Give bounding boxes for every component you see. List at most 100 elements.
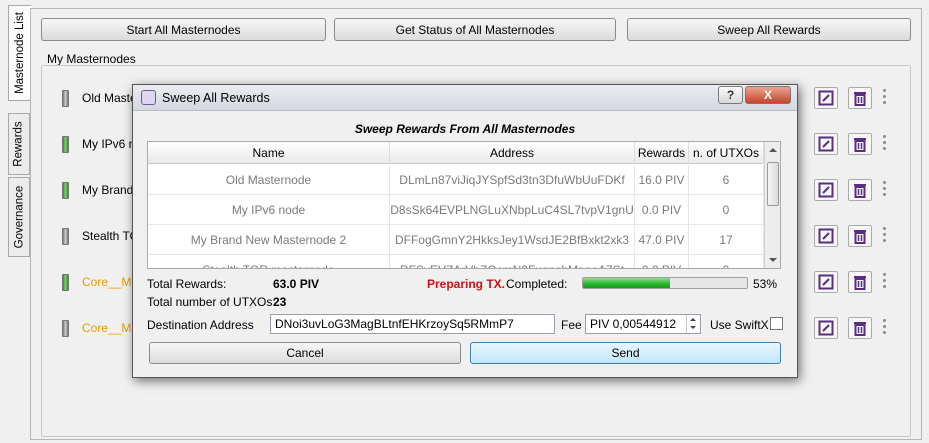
- trash-icon: [854, 92, 866, 106]
- progress-fill: [583, 278, 670, 288]
- start-all-button[interactable]: Start All Masternodes: [41, 18, 326, 41]
- scroll-down-icon[interactable]: [769, 258, 777, 262]
- group-title: My Masternodes: [47, 52, 136, 66]
- cell-utxos: 6: [689, 165, 764, 195]
- status-led-icon: [62, 228, 69, 245]
- scroll-thumb[interactable]: [767, 162, 779, 206]
- table-header: Name Address Rewards n. of UTXOs: [148, 142, 764, 164]
- delete-button[interactable]: [848, 87, 872, 109]
- sweep-all-button[interactable]: Sweep All Rewards: [627, 18, 911, 41]
- cell-rewards: 0.0 PIV: [635, 195, 689, 225]
- trash-icon: [854, 276, 866, 290]
- edit-button[interactable]: [814, 133, 838, 155]
- more-options-icon[interactable]: [882, 319, 888, 337]
- sweep-dialog: Sweep All Rewards ? X Sweep Rewards From…: [132, 84, 798, 378]
- cancel-button[interactable]: Cancel: [149, 342, 461, 364]
- send-button[interactable]: Send: [470, 342, 781, 364]
- tab-masternode-list[interactable]: Masternode List: [8, 5, 32, 101]
- cell-utxos: 17: [689, 225, 764, 255]
- column-header-utxos[interactable]: n. of UTXOs: [689, 142, 764, 164]
- masternode-name: My Brand: [82, 183, 134, 197]
- column-header-name[interactable]: Name: [148, 142, 390, 164]
- table-row[interactable]: Old Masternode DLmLn87viJiqJYSpfSd3tn3Df…: [148, 165, 764, 195]
- close-button[interactable]: X: [745, 86, 791, 104]
- masternode-name: Stealth TO: [82, 229, 139, 243]
- table-row[interactable]: My IPv6 node D8sSk64EVPLNGLuXNbpLuC4SL7t…: [148, 195, 764, 225]
- fee-label: Fee: [561, 318, 582, 332]
- cell-utxos: 0: [689, 195, 764, 225]
- spin-arrows-icon[interactable]: [686, 315, 700, 333]
- table-row[interactable]: Stealth TOR masternode DFSvEVZArVbZOcmN2…: [148, 255, 764, 268]
- get-status-button[interactable]: Get Status of All Masternodes: [334, 18, 616, 41]
- progress-percent: 53%: [753, 277, 778, 291]
- cell-rewards: 16.0 PIV: [635, 165, 689, 195]
- tab-label: Rewards: [13, 121, 26, 167]
- edit-icon: [818, 136, 834, 152]
- tab-governance[interactable]: Governance: [8, 177, 30, 257]
- edit-button[interactable]: [814, 317, 838, 339]
- cell-name: Old Masternode: [148, 165, 390, 195]
- delete-button[interactable]: [848, 317, 872, 339]
- delete-button[interactable]: [848, 225, 872, 247]
- status-text: Preparing TX.: [427, 277, 506, 291]
- column-header-rewards[interactable]: Rewards: [635, 142, 689, 164]
- masternode-name: My IPv6 n: [82, 137, 136, 151]
- cell-address: DFSvEVZArVbZOcmN2FuqpshMagoA7St: [390, 255, 635, 268]
- cell-name: Stealth TOR masternode: [148, 255, 390, 268]
- trash-icon: [854, 322, 866, 336]
- tab-label: Governance: [13, 185, 25, 249]
- table-scrollbar[interactable]: [764, 142, 780, 268]
- tab-rewards[interactable]: Rewards: [8, 113, 30, 175]
- edit-icon: [818, 228, 834, 244]
- delete-button[interactable]: [848, 271, 872, 293]
- total-utxos-value: 23: [273, 295, 287, 309]
- edit-button[interactable]: [814, 87, 838, 109]
- swiftx-checkbox[interactable]: [770, 317, 783, 330]
- more-options-icon[interactable]: [882, 227, 888, 245]
- more-options-icon[interactable]: [882, 273, 888, 291]
- tab-label: Masternode List: [14, 12, 27, 94]
- destination-label: Destination Address: [147, 318, 254, 332]
- cell-address: D8sSk64EVPLNGLuXNbpLuC4SL7tvpV1gnU: [390, 195, 635, 225]
- edit-button[interactable]: [814, 271, 838, 293]
- more-options-icon[interactable]: [882, 89, 888, 107]
- pivx-logo-icon: [141, 90, 156, 105]
- masternode-name: Old Maste: [82, 91, 137, 105]
- trash-icon: [854, 138, 866, 152]
- more-options-icon[interactable]: [882, 135, 888, 153]
- table-row[interactable]: My Brand New Masternode 2 DFFogGmnY2Hkks…: [148, 225, 764, 255]
- delete-button[interactable]: [848, 133, 872, 155]
- status-led-icon: [62, 320, 69, 337]
- dialog-titlebar[interactable]: Sweep All Rewards ? X: [133, 85, 797, 111]
- trash-icon: [854, 230, 866, 244]
- more-options-icon[interactable]: [882, 181, 888, 199]
- column-header-address[interactable]: Address: [390, 142, 635, 164]
- edit-button[interactable]: [814, 179, 838, 201]
- swiftx-label: Use SwiftX: [710, 318, 769, 332]
- fee-spinbox[interactable]: PIV 0,00544912: [585, 314, 701, 334]
- edit-icon: [818, 182, 834, 198]
- help-button[interactable]: ?: [718, 86, 743, 104]
- status-led-icon: [62, 136, 69, 153]
- dialog-heading: Sweep Rewards From All Masternodes: [354, 122, 576, 136]
- delete-button[interactable]: [848, 179, 872, 201]
- cell-address: DFFogGmnY2HkksJey1WsdJE2BfBxkt2xk3: [390, 225, 635, 255]
- status-led-icon: [62, 182, 69, 199]
- total-rewards-label: Total Rewards:: [147, 277, 227, 291]
- edit-button[interactable]: [814, 225, 838, 247]
- cell-rewards: 0.0 PIV: [635, 255, 689, 268]
- dialog-title: Sweep All Rewards: [162, 91, 270, 105]
- cell-name: My IPv6 node: [148, 195, 390, 225]
- destination-address-field[interactable]: DNoi3uvLoG3MagBLtnfEHKrzoySq5RMmP7: [270, 314, 555, 334]
- status-led-icon: [62, 274, 69, 291]
- scroll-up-icon[interactable]: [769, 148, 777, 152]
- rewards-table: Name Address Rewards n. of UTXOs Old Mas…: [147, 141, 781, 269]
- edit-icon: [818, 274, 834, 290]
- trash-icon: [854, 184, 866, 198]
- progress-bar: [582, 277, 748, 289]
- fee-value: PIV 0,00544912: [590, 317, 677, 331]
- total-utxos-label: Total number of UTXOs:: [147, 295, 276, 309]
- total-rewards-value: 63.0 PIV: [273, 277, 320, 291]
- cell-rewards: 47.0 PIV: [635, 225, 689, 255]
- cell-name: My Brand New Masternode 2: [148, 225, 390, 255]
